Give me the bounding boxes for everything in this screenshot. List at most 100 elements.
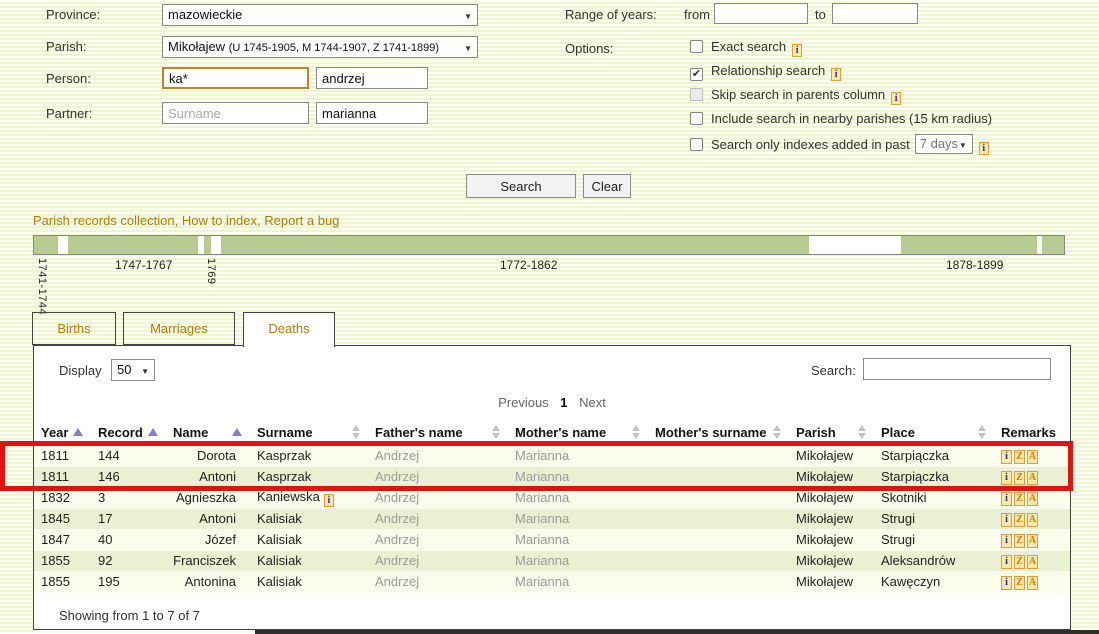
remark-act-icon[interactable]: A xyxy=(1027,471,1038,485)
column-header-mother-s-surname[interactable]: Mother's surname xyxy=(648,420,789,445)
checkbox-relationship-search[interactable]: ✔ xyxy=(690,68,703,81)
column-header-parish[interactable]: Parish xyxy=(789,420,874,445)
remark-info-icon[interactable]: i xyxy=(1001,492,1012,506)
cell-surname: Kasprzak xyxy=(250,445,368,466)
column-header-mother-s-name[interactable]: Mother's name xyxy=(508,420,648,445)
remark-info-icon[interactable]: i xyxy=(1001,471,1012,485)
tab-deaths[interactable]: Deaths xyxy=(243,312,335,347)
remark-act-icon[interactable]: A xyxy=(1027,534,1038,548)
remark-act-icon[interactable]: A xyxy=(1027,513,1038,527)
cell-place: Starpiączka xyxy=(874,445,994,466)
column-header-year[interactable]: Year xyxy=(34,420,91,445)
cell-name: Antonina xyxy=(166,571,250,592)
remark-act-icon[interactable]: A xyxy=(1027,576,1038,590)
cell-father: Andrzej xyxy=(368,550,508,571)
column-header-label: Record xyxy=(98,425,143,440)
cell-place: Skotniki xyxy=(874,487,994,508)
table-row: 184740JózefKalisiakAndrzejMariannaMikoła… xyxy=(34,529,1070,550)
info-icon[interactable]: i xyxy=(979,142,989,155)
cell-record: 92 xyxy=(91,550,166,571)
pagination-page-1[interactable]: 1 xyxy=(560,395,567,410)
person-surname-input[interactable] xyxy=(162,67,309,89)
remark-info-icon[interactable]: i xyxy=(1001,513,1012,527)
pagination-next[interactable]: Next xyxy=(579,395,606,410)
remark-info-icon[interactable]: i xyxy=(1001,534,1012,548)
option-row-include-search-in-nearby-parishes-15-km-radius: Include search in nearby parishes (15 km… xyxy=(690,111,992,131)
person-name-input[interactable] xyxy=(316,67,428,89)
range-from-input[interactable] xyxy=(714,3,808,24)
cell-mother: Marianna xyxy=(508,550,648,571)
info-icon[interactable]: i xyxy=(324,494,334,507)
remark-scan-icon[interactable]: Z xyxy=(1014,576,1025,590)
remark-info-icon[interactable]: i xyxy=(1001,450,1012,464)
column-header-record[interactable]: Record xyxy=(91,420,166,445)
partner-name-input[interactable] xyxy=(316,102,428,124)
table-search-input[interactable] xyxy=(863,358,1051,380)
checkbox-search-only-indexes-added-in-past[interactable] xyxy=(690,138,703,151)
column-header-name[interactable]: Name xyxy=(166,420,250,445)
option-label: Search only indexes added in past xyxy=(711,137,910,152)
column-header-surname[interactable]: Surname xyxy=(250,420,368,445)
cell-father: Andrzej xyxy=(368,487,508,508)
table-row: 185592FranciszekKalisiakAndrzejMariannaM… xyxy=(34,550,1070,571)
search-button[interactable]: Search xyxy=(466,174,576,198)
option-row-skip-search-in-parents-column: Skip search in parents columni xyxy=(690,87,901,107)
column-header-label: Mother's name xyxy=(515,425,606,440)
cell-year: 1855 xyxy=(34,550,91,571)
info-icon[interactable]: i xyxy=(831,68,841,81)
link-how-to-index[interactable]: How to index xyxy=(182,213,257,228)
cell-mother-surname xyxy=(648,508,789,529)
checkbox-skip-search-in-parents-column[interactable] xyxy=(690,88,703,101)
info-icon[interactable]: i xyxy=(792,44,802,57)
checkbox-include-search-in-nearby-parishes-15-km-radius[interactable] xyxy=(690,112,703,125)
sort-icon xyxy=(492,425,500,439)
cell-surname: Kalisiak xyxy=(250,529,368,550)
link-parish-records-collection[interactable]: Parish records collection xyxy=(33,213,175,228)
tab-marriages[interactable]: Marriages xyxy=(123,312,235,345)
link-report-a-bug[interactable]: Report a bug xyxy=(264,213,339,228)
table-row: 1855195AntoninaKalisiakAndrzejMariannaMi… xyxy=(34,571,1070,592)
info-icon[interactable]: i xyxy=(891,92,901,105)
column-header-place[interactable]: Place xyxy=(874,420,994,445)
added-in-past-select[interactable]: 7 days▼ xyxy=(915,134,973,154)
person-label: Person: xyxy=(46,71,91,86)
remark-scan-icon[interactable]: Z xyxy=(1014,513,1025,527)
column-header-label: Place xyxy=(881,425,915,440)
cell-remarks: iZA xyxy=(994,487,1070,508)
parish-select[interactable]: Mikołajew (U 1745-1905, M 1744-1907, Z 1… xyxy=(162,36,478,58)
tab-births[interactable]: Births xyxy=(32,312,116,345)
remark-info-icon[interactable]: i xyxy=(1001,555,1012,569)
pagination-previous[interactable]: Previous xyxy=(498,395,549,410)
remark-act-icon[interactable]: A xyxy=(1027,450,1038,464)
remark-scan-icon[interactable]: Z xyxy=(1014,492,1025,506)
option-row-exact-search: Exact searchi xyxy=(690,39,802,59)
display-count-select[interactable]: 50 ▼ xyxy=(111,359,155,381)
table-row: 1811144DorotaKasprzakAndrzejMariannaMiko… xyxy=(34,445,1070,466)
cell-parish: Mikołajew xyxy=(789,529,874,550)
cell-remarks: iZA xyxy=(994,550,1070,571)
checkbox-exact-search[interactable] xyxy=(690,40,703,53)
timeline-segment xyxy=(221,236,809,254)
cell-place: Starpiączka xyxy=(874,466,994,487)
cell-parish: Mikołajew xyxy=(789,466,874,487)
remark-info-icon[interactable]: i xyxy=(1001,576,1012,590)
remark-scan-icon[interactable]: Z xyxy=(1014,450,1025,464)
timeline-segment xyxy=(204,236,211,254)
sort-icon xyxy=(352,425,360,439)
range-to-input[interactable] xyxy=(832,3,918,24)
partner-surname-input[interactable] xyxy=(162,102,309,124)
cell-mother: Marianna xyxy=(508,529,648,550)
remark-scan-icon[interactable]: Z xyxy=(1014,471,1025,485)
cell-name: Franciszek xyxy=(166,550,250,571)
remark-act-icon[interactable]: A xyxy=(1027,555,1038,569)
remark-act-icon[interactable]: A xyxy=(1027,492,1038,506)
cell-name: Agnieszka xyxy=(166,487,250,508)
column-header-remarks[interactable]: Remarks xyxy=(994,420,1070,445)
sort-icon xyxy=(978,425,986,439)
clear-button[interactable]: Clear xyxy=(583,174,631,198)
remark-scan-icon[interactable]: Z xyxy=(1014,534,1025,548)
column-header-father-s-name[interactable]: Father's name xyxy=(368,420,508,445)
province-select[interactable]: mazowieckie ▼ xyxy=(162,4,478,26)
header-row: Year Record NameSurnameFather's name Mother… xyxy=(34,420,1070,445)
remark-scan-icon[interactable]: Z xyxy=(1014,555,1025,569)
